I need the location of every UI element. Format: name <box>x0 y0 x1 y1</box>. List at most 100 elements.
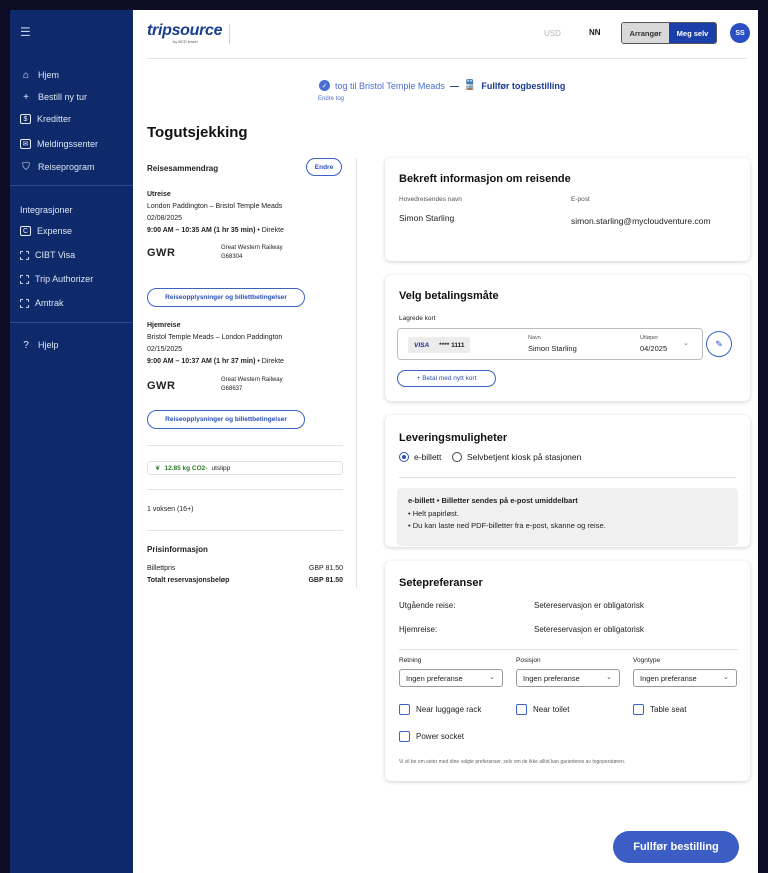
currency-selector[interactable]: USD <box>544 29 561 38</box>
sidebar-item-label: Amtrak <box>35 298 64 308</box>
checkbox[interactable] <box>399 731 410 742</box>
coach-type-select[interactable]: Ingen preferanse ⌄ <box>633 669 737 687</box>
sidebar-item-label: Expense <box>37 226 73 236</box>
eticket-info-box: e-billett • Billetter sendes på e-post u… <box>397 488 738 546</box>
return-type: • Direkte <box>255 358 284 365</box>
checkbox[interactable] <box>516 704 527 715</box>
sidebar-item-itinerary[interactable]: ⛉ Reiseprogram <box>20 160 95 174</box>
return-time-range: 9:00 AM – 10:37 AM <box>147 358 212 365</box>
integration-icon <box>20 298 29 308</box>
sidebar-item-messages[interactable]: ✉ Meldingssenter <box>20 137 98 151</box>
position-select-value: Ingen preferanse <box>523 673 580 683</box>
checkbox-luggage-rack[interactable]: Near luggage rack <box>399 704 481 715</box>
edit-summary-button[interactable]: Endre <box>306 158 342 176</box>
toggle-arranger[interactable]: Arrangør <box>622 23 669 43</box>
sidebar-item-amtrak[interactable]: Amtrak <box>20 296 64 310</box>
return-heading: Hjemreise <box>147 322 181 329</box>
add-new-card-button[interactable]: + Betal med nytt kort <box>397 370 496 387</box>
seat-disclaimer: Vi vil be om seter med dine valgte prefe… <box>399 759 626 765</box>
expense-icon: C <box>20 226 31 236</box>
sidebar-item-label: Hjem <box>38 70 60 80</box>
checkbox-label: Table seat <box>650 705 687 714</box>
leaf-icon: ❦ <box>155 465 161 472</box>
summary-divider <box>147 489 343 490</box>
card-expiry: 04/2025 <box>640 344 668 353</box>
sidebar-item-cibt-visa[interactable]: CIBT Visa <box>20 248 75 262</box>
delivery-option-eticket[interactable]: e-billett <box>399 452 441 462</box>
return-seat-value: Setereservasjon er obligatorisk <box>534 625 644 634</box>
summary-title: Reisesammendrag <box>147 164 219 173</box>
traveller-info-card: Bekreft informasjon om reisende Hovedrei… <box>385 158 750 261</box>
outbound-code: G68304 <box>221 254 243 260</box>
saved-card-select[interactable]: VISA **** 1111 Navn Simon Starling Utløp… <box>397 328 703 360</box>
outbound-heading: Utreise <box>147 191 171 198</box>
co2-label: utslipp <box>211 464 231 472</box>
outbound-time: 9:00 AM – 10:35 AM (1 hr 35 min) • Direk… <box>147 227 284 234</box>
outbound-time-range: 9:00 AM – 10:35 AM <box>147 227 212 234</box>
sidebar-item-label: Reiseprogram <box>38 162 95 172</box>
sidebar-item-label: Trip Authorizer <box>35 274 94 284</box>
delivery-option-kiosk[interactable]: Selvbetjent kiosk på stasjonen <box>452 452 581 462</box>
sidebar-item-expense[interactable]: C Expense <box>20 224 72 238</box>
sidebar: ☰ ⌂ Hjem + Bestill ny tur $ Kreditter ✉ … <box>10 10 133 873</box>
edit-train-link[interactable]: Endre tog <box>318 96 344 102</box>
radio-selected[interactable] <box>399 452 409 462</box>
column-divider <box>356 158 357 588</box>
sidebar-item-trip-authorizer[interactable]: Trip Authorizer <box>20 272 93 286</box>
checkbox[interactable] <box>399 704 410 715</box>
complete-booking-button[interactable]: Fullfør bestilling <box>613 831 739 863</box>
sidebar-item-label: Hjelp <box>38 340 59 350</box>
sidebar-item-label: Meldingssenter <box>37 139 99 149</box>
traveller-count: 1 voksen (16+) <box>147 506 194 513</box>
sidebar-item-book-trip[interactable]: + Bestill ny tur <box>20 90 87 104</box>
co2-badge: ❦ 12.85 kg CO2- utslipp <box>147 461 343 475</box>
seat-divider <box>399 649 738 650</box>
outbound-date: 02/08/2025 <box>147 215 183 222</box>
sidebar-item-label: Bestill ny tur <box>38 92 88 102</box>
tripsource-logo[interactable]: tripsource <box>147 22 223 40</box>
checkbox-near-toilet[interactable]: Near toilet <box>516 704 569 715</box>
language-selector[interactable]: NN <box>589 28 601 37</box>
direction-select[interactable]: Ingen preferanse ⌄ <box>399 669 503 687</box>
seat-card-title: Setepreferanser <box>399 577 483 589</box>
page-title: Togutsjekking <box>147 124 248 141</box>
position-select[interactable]: Ingen preferanse ⌄ <box>516 669 620 687</box>
eticket-info-line: • Du kan laste ned PDF-billetter fra e-p… <box>408 521 606 530</box>
checkbox-label: Near luggage rack <box>416 705 482 714</box>
hamburger-menu-icon[interactable]: ☰ <box>20 26 34 38</box>
edit-card-button[interactable]: ✎ <box>706 331 732 357</box>
return-operator: Great Western Railway <box>221 377 283 383</box>
checkbox-power-socket[interactable]: Power socket <box>399 731 464 742</box>
train-icon: 🚆 <box>463 80 477 91</box>
radio-unselected[interactable] <box>452 452 462 462</box>
email-label: E-post <box>571 196 590 203</box>
checkbox[interactable] <box>633 704 644 715</box>
integration-icon <box>20 250 29 260</box>
total-label: Totalt reservasjonsbeløp <box>147 577 230 584</box>
breadcrumb-separator: — <box>449 80 459 91</box>
credit-icon: $ <box>20 114 31 124</box>
pencil-icon: ✎ <box>715 338 723 349</box>
card-name-label: Navn <box>528 335 541 341</box>
checkbox-table-seat[interactable]: Table seat <box>633 704 686 715</box>
toggle-self[interactable]: Meg selv <box>669 23 716 43</box>
return-info-button[interactable]: Reiseopplysninger og billettbetingelser <box>147 410 305 429</box>
sidebar-item-home[interactable]: ⌂ Hjem <box>20 68 59 82</box>
breadcrumb: ✓ tog til Bristol Temple Meads — 🚆 Fullf… <box>319 80 565 91</box>
visa-logo: VISA <box>414 341 430 349</box>
fare-label: Billettpris <box>147 565 176 572</box>
avatar[interactable]: SS <box>730 23 750 43</box>
return-duration: (1 hr 37 min) <box>213 358 256 365</box>
total-value: GBP 81.50 <box>308 577 343 584</box>
eticket-info-title: e-billett • Billetter sendes på e-post u… <box>408 496 578 505</box>
outbound-operator: Great Western Railway <box>221 245 283 251</box>
sidebar-item-label: Kreditter <box>37 114 72 124</box>
sidebar-item-help[interactable]: ? Hjelp <box>20 338 59 352</box>
outbound-info-button[interactable]: Reiseopplysninger og billettbetingelser <box>147 288 305 307</box>
position-label: Posisjon <box>516 657 541 664</box>
traveller-email: simon.starling@mycloudventure.com <box>571 216 711 226</box>
logo-subtitle: by BCD travel <box>173 39 198 44</box>
breadcrumb-done[interactable]: tog til Bristol Temple Meads <box>335 81 445 91</box>
sidebar-item-credits[interactable]: $ Kreditter <box>20 112 71 126</box>
gwr-logo: GWR <box>147 247 176 259</box>
